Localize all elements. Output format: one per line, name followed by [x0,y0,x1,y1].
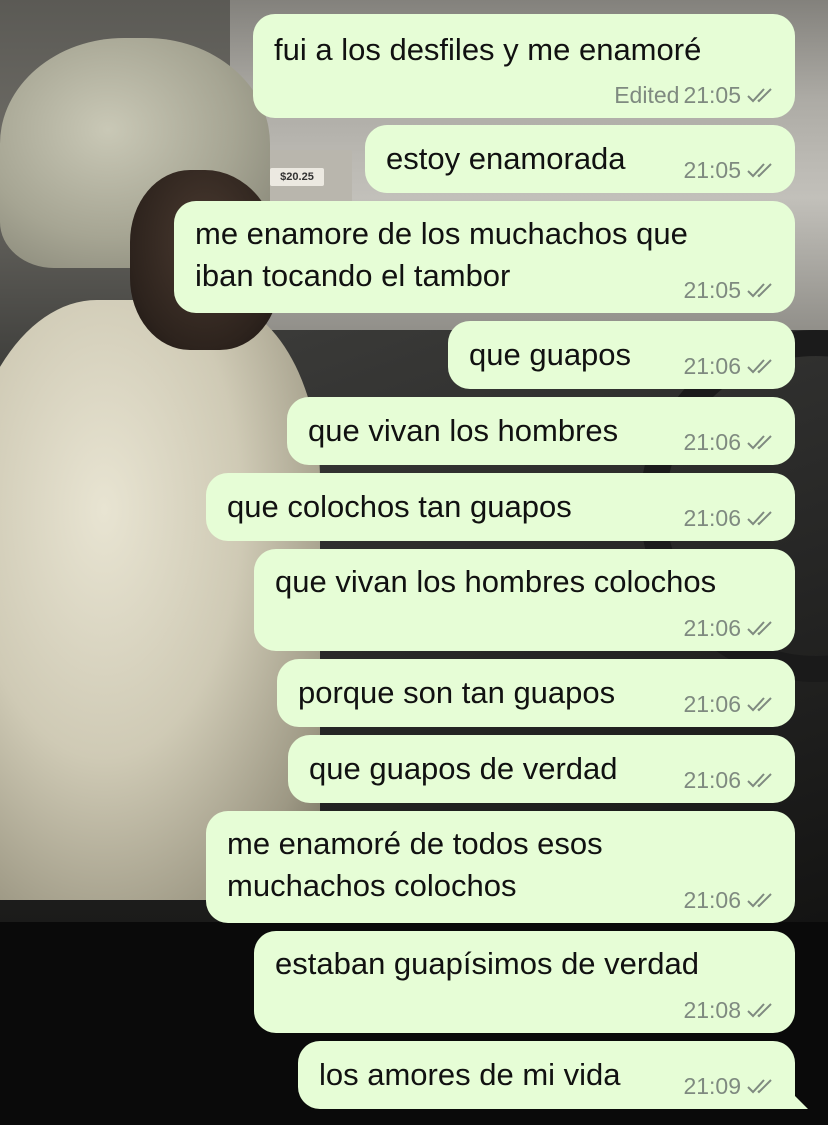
message-time: 21:06 [683,353,741,379]
edited-label: Edited [614,82,680,108]
outgoing-message[interactable]: estaban guapísimos de verdad 21:08 [254,931,795,1033]
outgoing-message[interactable]: los amores de mi vida 21:09 [298,1041,808,1109]
bubble-tail [790,1091,808,1109]
double-check-icon [747,773,772,788]
message-list: fui a los desfiles y me enamoré Edited 2… [0,0,828,1125]
double-check-icon [747,163,772,178]
double-check-icon [747,621,772,636]
message-text: que guapos de verdad [309,751,618,786]
double-check-icon [747,1079,772,1094]
message-time: 21:06 [683,691,741,717]
outgoing-message[interactable]: que colochos tan guapos 21:06 [206,473,795,541]
message-meta: 21:05 [683,275,777,305]
message-meta: 21:06 [683,885,777,915]
message-meta: Edited 21:05 [614,80,777,110]
message-meta: 21:06 [683,427,777,457]
message-time: 21:08 [683,997,741,1023]
message-text: estoy enamorada [386,141,626,176]
outgoing-message[interactable]: fui a los desfiles y me enamoré Edited 2… [253,14,795,118]
outgoing-message[interactable]: me enamore de los muchachos que iban toc… [174,201,795,313]
message-text: porque son tan guapos [298,675,616,710]
message-text: estaban guapísimos de verdad [275,946,699,981]
outgoing-message[interactable]: que vivan los hombres colochos 21:06 [254,549,795,651]
double-check-icon [747,283,772,298]
outgoing-message[interactable]: me enamoré de todos esos muchachos coloc… [206,811,795,923]
message-text: que colochos tan guapos [227,489,572,524]
message-time: 21:06 [683,429,741,455]
double-check-icon [747,1003,772,1018]
message-meta: 21:06 [683,503,777,533]
message-text: me enamore de los muchachos que iban toc… [195,216,688,293]
outgoing-message[interactable]: que guapos 21:06 [448,321,795,389]
message-meta: 21:08 [683,995,777,1025]
double-check-icon [747,435,772,450]
double-check-icon [747,697,772,712]
message-text: que vivan los hombres [308,413,619,448]
outgoing-message[interactable]: que vivan los hombres 21:06 [287,397,795,465]
message-meta: 21:09 [683,1071,777,1101]
message-time: 21:06 [683,615,741,641]
message-text: me enamoré de todos esos muchachos coloc… [227,826,603,903]
message-time: 21:06 [683,767,741,793]
message-time: 21:05 [683,277,741,303]
message-meta: 21:06 [683,689,777,719]
message-text: fui a los desfiles y me enamoré [274,32,702,67]
message-text: que guapos [469,337,632,372]
double-check-icon [747,88,772,103]
outgoing-message[interactable]: que guapos de verdad 21:06 [288,735,795,803]
message-meta: 21:06 [683,765,777,795]
message-meta: 21:06 [683,613,777,643]
message-time: 21:06 [683,887,741,913]
message-meta: 21:06 [683,351,777,381]
message-text: que vivan los hombres colochos [275,564,717,599]
message-time: 21:06 [683,505,741,531]
double-check-icon [747,893,772,908]
outgoing-message[interactable]: estoy enamorada 21:05 [365,125,795,193]
message-time: 21:09 [683,1073,741,1099]
message-time: 21:05 [683,157,741,183]
message-text: los amores de mi vida [319,1057,621,1092]
double-check-icon [747,359,772,374]
message-time: 21:05 [683,82,741,108]
outgoing-message[interactable]: porque son tan guapos 21:06 [277,659,795,727]
double-check-icon [747,511,772,526]
message-meta: 21:05 [683,155,777,185]
